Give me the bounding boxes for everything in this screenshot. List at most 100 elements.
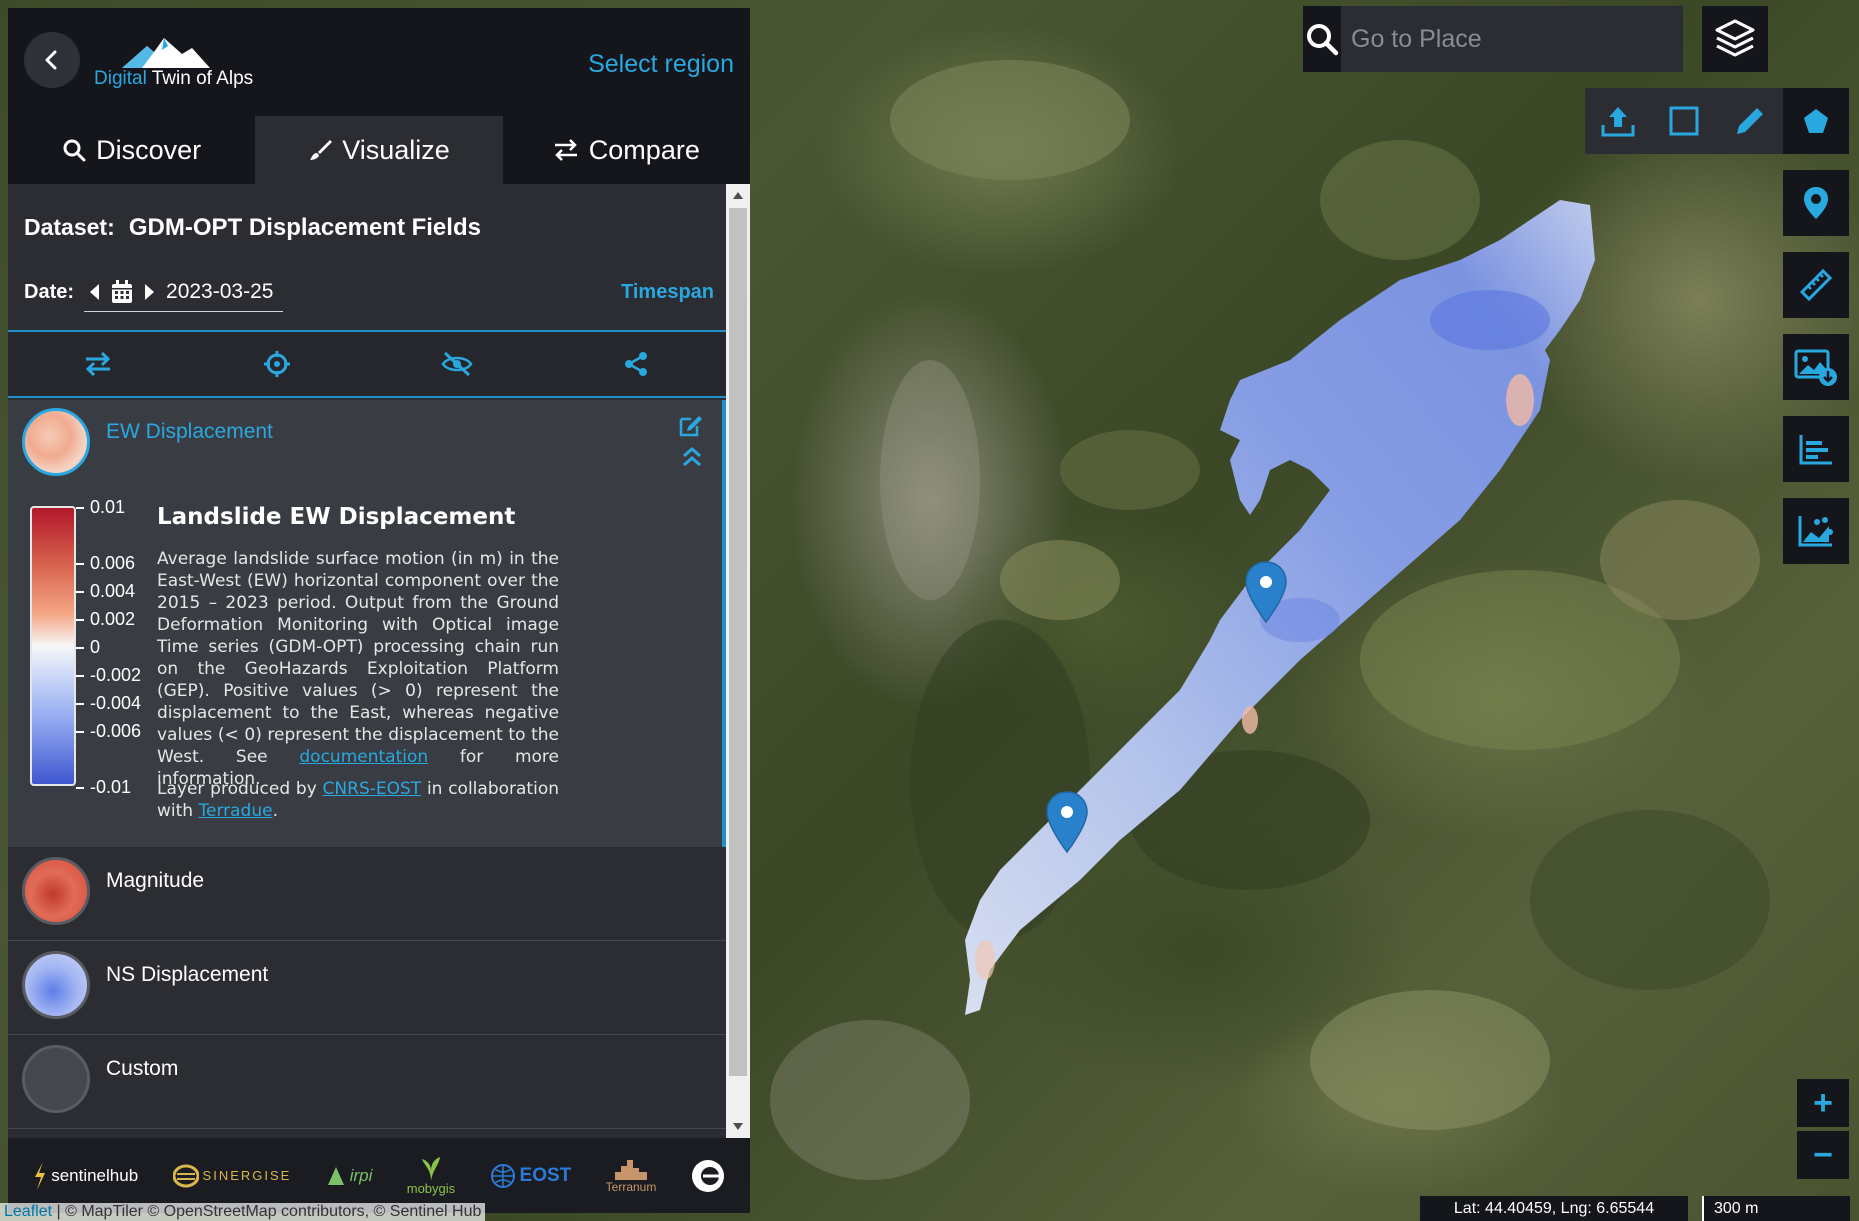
logo-text: mobygis (406, 1181, 456, 1196)
tab-visualize[interactable]: Visualize (255, 116, 503, 184)
tab-label: Visualize (342, 134, 450, 165)
irpi-logo-icon (327, 1166, 344, 1185)
layers-icon (1715, 19, 1755, 57)
scroll-up-icon[interactable] (733, 192, 743, 199)
logo-text: EOST (519, 1164, 572, 1186)
select-region-link[interactable]: Select region (588, 50, 734, 79)
search-input[interactable] (1341, 6, 1683, 72)
hide-layer-button[interactable] (367, 332, 547, 396)
basemap-layers-button[interactable] (1702, 6, 1768, 72)
cnrs-eost-link[interactable]: CNRS-EOST (323, 779, 422, 799)
edit-icon[interactable] (678, 414, 704, 438)
legend-tick-label: 0 (76, 637, 100, 658)
download-image-button[interactable] (1783, 334, 1849, 400)
layer-name[interactable]: EW Displacement (106, 420, 273, 444)
circle-logo-icon (691, 1159, 724, 1192)
layer-thumbnail (22, 1045, 90, 1113)
map-scale: 300 m (1702, 1196, 1850, 1221)
mobygis-logo-icon (421, 1157, 440, 1181)
scroll-down-icon[interactable] (733, 1123, 743, 1130)
mobygis-logo[interactable]: mobygis (407, 1155, 455, 1196)
draw-toolbar (1585, 88, 1849, 154)
draw-freehand-button[interactable] (1717, 88, 1783, 154)
partner-circle-logo[interactable] (691, 1159, 725, 1193)
map-marker-icon[interactable] (1045, 790, 1089, 854)
upload-shape-button[interactable] (1585, 88, 1651, 154)
sidebar-panel: Digital Twin of Alps Select region Disco… (8, 8, 750, 1213)
layer-thumbnail (22, 408, 90, 476)
scroll-area[interactable]: Dataset: GDM-OPT Displacement Fields Dat… (8, 184, 726, 1138)
legend-tick-label: 0.004 (76, 581, 135, 602)
tab-compare[interactable]: Compare (503, 116, 750, 184)
legend-color-bar (30, 506, 76, 786)
zoom-out-button[interactable]: − (1797, 1131, 1849, 1179)
terranum-logo-icon (615, 1159, 647, 1180)
dataset-row: Dataset: GDM-OPT Displacement Fields (24, 214, 481, 242)
terradue-link[interactable]: Terradue (198, 801, 272, 821)
swap-icon (85, 352, 110, 376)
date-label: Date: (24, 280, 75, 303)
layer-item-ew-displacement[interactable]: EW Displacement 0.01 0.006 0.004 0.002 0 -0.0… (8, 400, 726, 847)
legend-tick-label: -0.006 (76, 721, 141, 742)
upload-icon (1601, 107, 1635, 137)
scrollbar-thumb[interactable] (729, 208, 747, 1076)
legend-tick-label: 0.002 (76, 609, 135, 630)
globe-logo-icon (490, 1163, 515, 1188)
previous-date-icon[interactable] (90, 283, 100, 300)
partner-logos: sentinelhub SINERGISE irpi mobygis EOST … (8, 1138, 750, 1213)
image-download-icon (1794, 349, 1837, 386)
attribution-text: | © MapTiler © OpenStreetMap contributor… (52, 1203, 482, 1220)
zoom-in-button[interactable]: + (1797, 1079, 1849, 1127)
map-marker-icon[interactable] (1244, 560, 1288, 624)
layer-name: Magnitude (106, 869, 205, 892)
sentinelhub-logo[interactable]: sentinelhub (33, 1161, 138, 1191)
sinergise-logo-icon (172, 1164, 199, 1187)
credit-text-end: . (272, 801, 278, 821)
tab-discover[interactable]: Discover (8, 116, 255, 184)
place-search (1303, 6, 1683, 72)
measure-button[interactable] (1783, 252, 1849, 318)
crosshair-icon (264, 351, 291, 377)
next-date-icon[interactable] (145, 283, 155, 300)
irpi-logo[interactable]: irpi (326, 1165, 373, 1187)
layer-item-custom[interactable]: Custom (8, 1035, 726, 1129)
logo-accent-text: Digital (94, 68, 147, 89)
share-button[interactable] (547, 332, 727, 396)
dataset-label: Dataset: (24, 214, 115, 240)
legend-tick-label: 0.01 (76, 497, 125, 518)
center-map-button[interactable] (188, 332, 368, 396)
scatter-analysis-button[interactable] (1783, 498, 1849, 564)
chart-button[interactable] (1783, 416, 1849, 482)
search-button[interactable] (1303, 6, 1341, 72)
panel-scrollbar[interactable] (726, 184, 750, 1138)
swap-layers-button[interactable] (8, 332, 188, 396)
leaflet-link[interactable]: Leaflet (4, 1203, 52, 1220)
swap-icon (554, 139, 577, 161)
calendar-icon[interactable] (111, 279, 133, 304)
layer-thumbnail (22, 951, 90, 1019)
logo-text: irpi (349, 1165, 373, 1185)
back-button[interactable] (24, 32, 80, 88)
layer-item-magnitude[interactable]: Magnitude (8, 847, 726, 941)
credit-text: Layer produced by (157, 779, 323, 799)
timespan-button[interactable]: Timespan (621, 281, 714, 304)
documentation-link[interactable]: documentation (299, 747, 428, 767)
sinergise-logo[interactable]: SINERGISE (172, 1164, 292, 1188)
pencil-icon (1737, 108, 1763, 134)
eost-logo[interactable]: EOST (490, 1163, 572, 1189)
draw-polygon-button[interactable] (1783, 88, 1849, 154)
date-value[interactable]: 2023-03-25 (166, 280, 273, 304)
add-marker-button[interactable] (1783, 170, 1849, 236)
map-attribution: Leaflet | © MapTiler © OpenStreetMap con… (0, 1203, 486, 1221)
share-icon (625, 352, 648, 376)
layer-item-ns-displacement[interactable]: NS Displacement (8, 941, 726, 1035)
scatter-icon (1798, 516, 1833, 547)
double-chevron-up-icon[interactable] (682, 446, 702, 468)
terranum-logo[interactable]: Terranum (605, 1158, 657, 1194)
logo-text: Terranum (605, 1179, 657, 1194)
logo-rest-text: Twin of Alps (146, 68, 254, 89)
panel-header: Digital Twin of Alps Select region (8, 8, 750, 116)
draw-rectangle-button[interactable] (1651, 88, 1717, 154)
sentinelhub-logo-icon (35, 1161, 46, 1190)
cursor-coordinates: Lat: 44.40459, Lng: 6.65544 (1420, 1196, 1688, 1221)
